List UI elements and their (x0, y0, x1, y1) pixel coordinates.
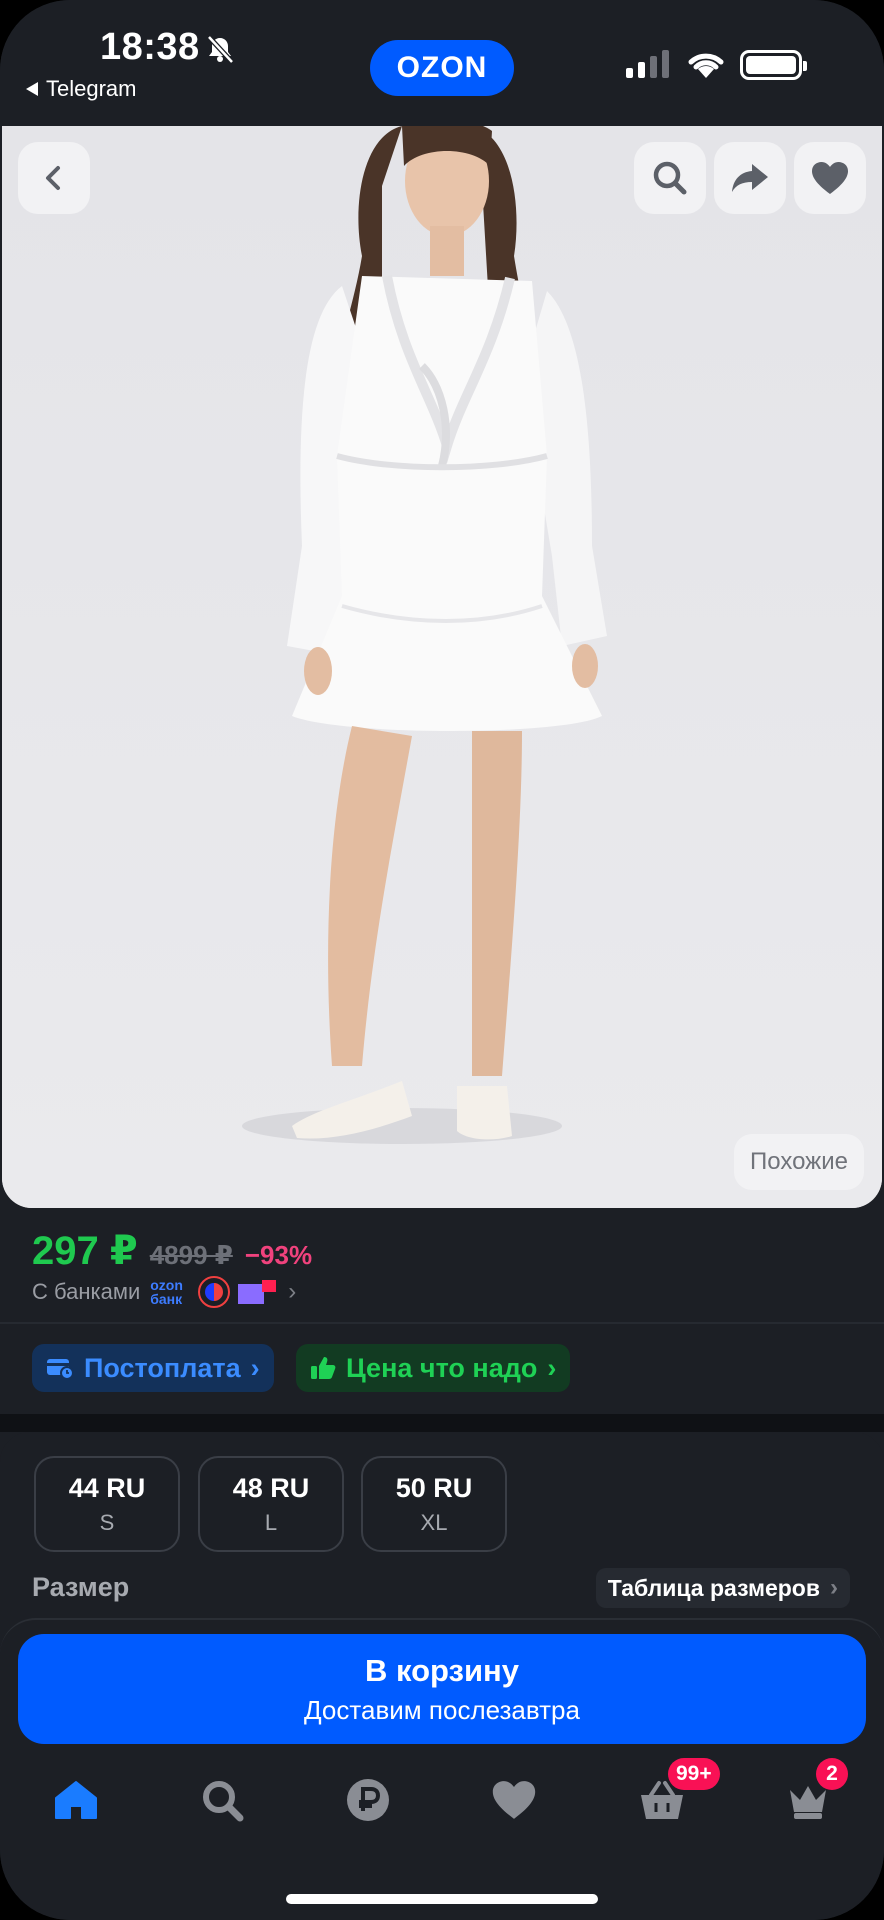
back-to-app-link[interactable]: Telegram (26, 76, 136, 102)
similar-button[interactable]: Похожие (734, 1134, 864, 1190)
chevron-left-icon (46, 166, 60, 190)
ozon-bank-logo: ozon банк (150, 1277, 183, 1307)
cart-count-badge: 99+ (668, 1758, 720, 1790)
product-photo-illustration (2, 126, 882, 1208)
banks-label: С банками (32, 1279, 141, 1304)
nav-profile[interactable]: 2 (778, 1758, 848, 1830)
postpay-chip[interactable]: Постоплата › (32, 1344, 274, 1392)
nav-cart[interactable]: 99+ (632, 1758, 720, 1830)
size-ru: 48 RU (232, 1472, 310, 1503)
favorite-button[interactable] (794, 142, 866, 214)
add-to-cart-label: В корзину (364, 1652, 519, 1688)
nav-home[interactable] (46, 1770, 106, 1830)
size-label: Размер (32, 1572, 130, 1602)
home-icon (55, 1781, 97, 1819)
search-button[interactable] (634, 142, 706, 214)
delivery-info: Доставим послезавтра (304, 1694, 580, 1725)
bottom-navigation: 99+ 2 (0, 1758, 884, 1836)
size-table-link[interactable]: Таблица размеров › (595, 1568, 850, 1608)
cellular-signal-icon (626, 50, 669, 78)
fair-price-chip[interactable]: Цена что надо › (296, 1344, 571, 1392)
nav-catalog[interactable] (192, 1770, 252, 1830)
bank-logo-square (238, 1280, 278, 1304)
size-letter: S (99, 1509, 115, 1535)
status-bar: 18:38 Telegram OZON (0, 0, 884, 126)
price-row: 297 ₽ 4899 ₽ −93% (32, 1228, 312, 1274)
size-option-xl[interactable]: 50 RU XL (361, 1456, 507, 1552)
size-ru: 50 RU (395, 1472, 473, 1503)
back-app-label: Telegram (46, 76, 137, 101)
bank-offers[interactable]: С банками ozon банк › (32, 1276, 297, 1308)
section-gap (0, 1414, 884, 1432)
size-ru: 44 RU (68, 1472, 146, 1503)
wifi-icon (688, 53, 724, 78)
thumbs-up-icon (311, 1357, 336, 1379)
search-icon (203, 1781, 244, 1822)
heart-icon (812, 162, 848, 194)
back-triangle-icon (26, 82, 38, 96)
divider (0, 1322, 884, 1324)
old-price: 4899 ₽ (149, 1240, 233, 1270)
nav-finance[interactable] (338, 1770, 398, 1830)
profile-notification-badge: 2 (816, 1758, 848, 1790)
nav-favorites[interactable] (484, 1770, 544, 1830)
bell-muted-icon (207, 35, 234, 64)
bank-logo-round (198, 1276, 231, 1308)
add-to-cart-button[interactable]: В корзину Доставим послезавтра (18, 1634, 866, 1744)
product-image[interactable]: Похожие (2, 126, 882, 1208)
chevron-right-icon: › (250, 1352, 260, 1383)
share-button[interactable] (714, 142, 786, 214)
chevron-right-icon: › (830, 1574, 838, 1601)
clock: 18:38 (100, 26, 200, 68)
heart-icon (492, 1781, 536, 1819)
current-price: 297 ₽ (32, 1229, 138, 1273)
ozon-logo: OZON (370, 40, 514, 96)
home-indicator (286, 1894, 598, 1904)
search-icon (653, 161, 687, 195)
postpay-label: Постоплата (84, 1352, 241, 1383)
card-clock-icon (47, 1359, 74, 1380)
share-icon (732, 164, 768, 192)
discount-badge: −93% (244, 1240, 313, 1270)
app-screen: 18:38 Telegram OZON Похожие 297 ₽ 4899 ₽… (0, 0, 884, 1920)
size-table-label: Таблица размеров (607, 1574, 820, 1601)
ruble-icon (347, 1779, 389, 1821)
size-option-l[interactable]: 48 RU L (198, 1456, 344, 1552)
size-letter: L (264, 1509, 278, 1535)
fair-price-label: Цена что надо (346, 1352, 538, 1383)
battery-icon (740, 50, 807, 80)
chevron-right-icon: › (288, 1278, 297, 1305)
size-option-s[interactable]: 44 RU S (34, 1456, 180, 1552)
size-letter: XL (420, 1509, 448, 1535)
back-button[interactable] (18, 142, 90, 214)
chevron-right-icon: › (547, 1352, 557, 1383)
